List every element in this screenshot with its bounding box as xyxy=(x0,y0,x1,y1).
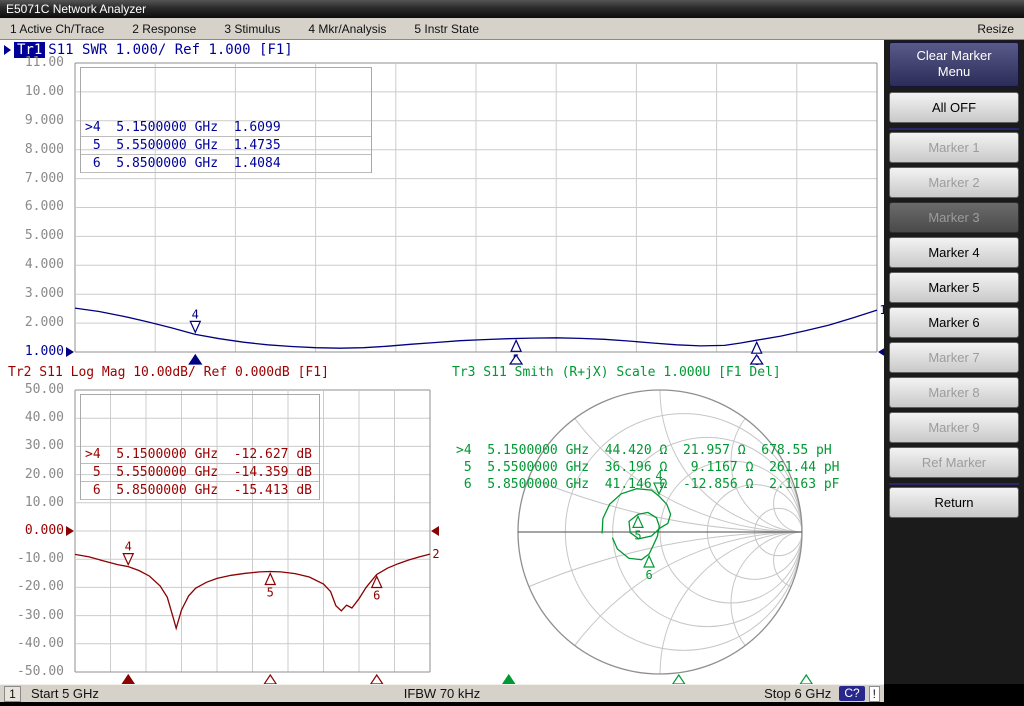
y-axis-tick-label: 20.00 xyxy=(0,467,68,483)
svg-text:4: 4 xyxy=(125,540,132,554)
y-axis-tick-label: 4.000 xyxy=(0,257,68,273)
status-bar-filler xyxy=(884,684,1024,702)
menu-items: 1 Active Ch/Trace 2 Response 3 Stimulus 4 M… xyxy=(10,22,479,36)
softkey-sidebar: Clear Marker Menu All OFF Marker 1 Marker … xyxy=(884,40,1024,684)
marker-readout-row: 5 5.5500000 GHz 1.4735 xyxy=(81,137,371,155)
alert-indicator: ! xyxy=(869,686,880,702)
y-axis-tick-label: 30.00 xyxy=(0,438,68,454)
softkey-button[interactable]: Marker 6 xyxy=(889,307,1019,338)
marker-readout-row: 5 5.5500000 GHz -14.359 dB xyxy=(81,464,319,482)
softkey-button[interactable]: Marker 3 xyxy=(889,202,1019,233)
marker-readout-row: 6 5.8500000 GHz -15.413 dB xyxy=(81,482,319,500)
softkey-button[interactable]: Marker 5 xyxy=(889,272,1019,303)
tr1-header-text: S11 SWR 1.000/ Ref 1.000 [F1] xyxy=(48,42,292,58)
y-axis-tick-label: -40.00 xyxy=(0,636,68,652)
marker-readout-row: 5 5.5500000 GHz 36.196 Ω 9.1167 Ω 261.44… xyxy=(452,459,844,476)
y-axis-tick-label: 50.00 xyxy=(0,382,68,398)
marker-readout-row: >4 5.1500000 GHz 1.6099 xyxy=(81,119,371,137)
svg-text:4: 4 xyxy=(192,307,199,321)
window-titlebar[interactable]: E5071C Network Analyzer xyxy=(0,0,1024,18)
tr1-y-axis-ticks: 11.00 10.00 9.000 8.000 7.000 6.000 5.000 4.000… xyxy=(0,55,68,360)
tr2-y-axis-ticks: 50.00 40.00 30.00 20.00 10.00 0.000 -10.00 -20.… xyxy=(0,382,68,680)
menu-bar: 1 Active Ch/Trace 2 Response 3 Stimulus 4 M… xyxy=(0,18,1024,40)
svg-text:6: 6 xyxy=(373,588,380,602)
y-axis-tick-label: 3.000 xyxy=(0,286,68,302)
svg-text:5: 5 xyxy=(634,528,641,542)
y-axis-tick-label: 9.000 xyxy=(0,113,68,129)
y-axis-tick-label: 10.00 xyxy=(0,84,68,100)
menu-item[interactable]: 1 Active Ch/Trace xyxy=(10,22,104,36)
softkey-button[interactable]: Ref Marker xyxy=(889,447,1019,478)
softkey-button[interactable]: Marker 4 xyxy=(889,237,1019,268)
y-axis-tick-label: 8.000 xyxy=(0,142,68,158)
svg-text:6: 6 xyxy=(645,568,652,582)
softkey-button[interactable]: Marker 7 xyxy=(889,342,1019,373)
menu-item[interactable]: 3 Stimulus xyxy=(224,22,280,36)
menu-item[interactable]: 2 Response xyxy=(132,22,196,36)
bottom-strip xyxy=(0,702,1024,706)
display-area: 45614562456 Tr1 S11 SWR 1.000/ Ref 1.000… xyxy=(0,40,884,684)
y-axis-tick-label: -50.00 xyxy=(0,664,68,680)
marker-readout-row: 6 5.8500000 GHz 41.146 Ω -12.856 Ω 2.116… xyxy=(452,476,844,493)
analyzer-window: E5071C Network Analyzer 1 Active Ch/Trac… xyxy=(0,0,1024,706)
y-axis-tick-label: -20.00 xyxy=(0,579,68,595)
softkey-buttons: All OFF Marker 1 Marker 2 Marker 3 Marker 4 M… xyxy=(889,90,1019,520)
channel-number-box: 1 xyxy=(4,686,21,702)
resize-button[interactable]: Resize xyxy=(977,22,1014,36)
softkey-button[interactable]: All OFF xyxy=(889,92,1019,123)
svg-text:2: 2 xyxy=(432,547,439,561)
svg-text:1: 1 xyxy=(879,303,884,317)
y-axis-tick-label: 1.000 xyxy=(0,344,68,360)
window-title: E5071C Network Analyzer xyxy=(6,2,146,16)
ifbw-readout: IFBW 70 kHz xyxy=(404,686,481,701)
tr3-header: Tr3 S11 Smith (R+jX) Scale 1.000U [F1 De… xyxy=(452,365,781,380)
marker-readout-row: 6 5.8500000 GHz 1.4084 xyxy=(81,155,371,173)
y-axis-tick-label: 40.00 xyxy=(0,410,68,426)
y-axis-tick-label: 5.000 xyxy=(0,228,68,244)
menu-item[interactable]: 4 Mkr/Analysis xyxy=(308,22,386,36)
softkey-button[interactable]: Marker 1 xyxy=(889,132,1019,163)
softkey-menu-title-line1: Clear Marker xyxy=(890,48,1018,64)
active-trace-arrow-icon xyxy=(4,45,11,55)
y-axis-tick-label: 10.00 xyxy=(0,495,68,511)
tr2-marker-readout: >4 5.1500000 GHz -12.627 dB 5 5.5500000 … xyxy=(80,394,320,500)
menu-item[interactable]: 5 Instr State xyxy=(414,22,479,36)
y-axis-tick-label: -30.00 xyxy=(0,608,68,624)
marker-readout-row: >4 5.1500000 GHz -12.627 dB xyxy=(81,446,319,464)
softkey-button[interactable]: Marker 2 xyxy=(889,167,1019,198)
start-frequency: Start 5 GHz xyxy=(31,686,99,701)
marker-readout-row: >4 5.1500000 GHz 44.420 Ω 21.957 Ω 678.5… xyxy=(452,442,844,459)
tr3-header-text: Tr3 S11 Smith (R+jX) Scale 1.000U [F1 De… xyxy=(452,365,781,380)
stop-frequency: Stop 6 GHz xyxy=(764,686,831,701)
y-axis-tick-label: 7.000 xyxy=(0,171,68,187)
softkey-menu-title-line2: Menu xyxy=(890,64,1018,80)
svg-text:5: 5 xyxy=(267,585,274,599)
tr3-marker-readout: >4 5.1500000 GHz 44.420 Ω 21.957 Ω 678.5… xyxy=(452,391,844,493)
softkey-button[interactable]: Marker 9 xyxy=(889,412,1019,443)
y-axis-tick-label: 6.000 xyxy=(0,199,68,215)
y-axis-tick-label: 11.00 xyxy=(0,55,68,71)
y-axis-tick-label: -10.00 xyxy=(0,551,68,567)
tr1-marker-readout: >4 5.1500000 GHz 1.6099 5 5.5500000 GHz … xyxy=(80,67,372,173)
softkey-button[interactable]: Marker 8 xyxy=(889,377,1019,408)
status-bar: 1 Start 5 GHz IFBW 70 kHz Stop 6 GHz C? … xyxy=(0,684,884,702)
correction-status-badge: C? xyxy=(839,686,864,701)
tr2-header-text: Tr2 S11 Log Mag 10.00dB/ Ref 0.000dB [F1… xyxy=(8,365,329,380)
y-axis-tick-label: 0.000 xyxy=(0,523,68,539)
y-axis-tick-label: 2.000 xyxy=(0,315,68,331)
softkey-menu-title: Clear Marker Menu xyxy=(889,42,1019,87)
tr2-header: Tr2 S11 Log Mag 10.00dB/ Ref 0.000dB [F1… xyxy=(8,365,329,380)
softkey-button[interactable]: Return xyxy=(889,487,1019,518)
